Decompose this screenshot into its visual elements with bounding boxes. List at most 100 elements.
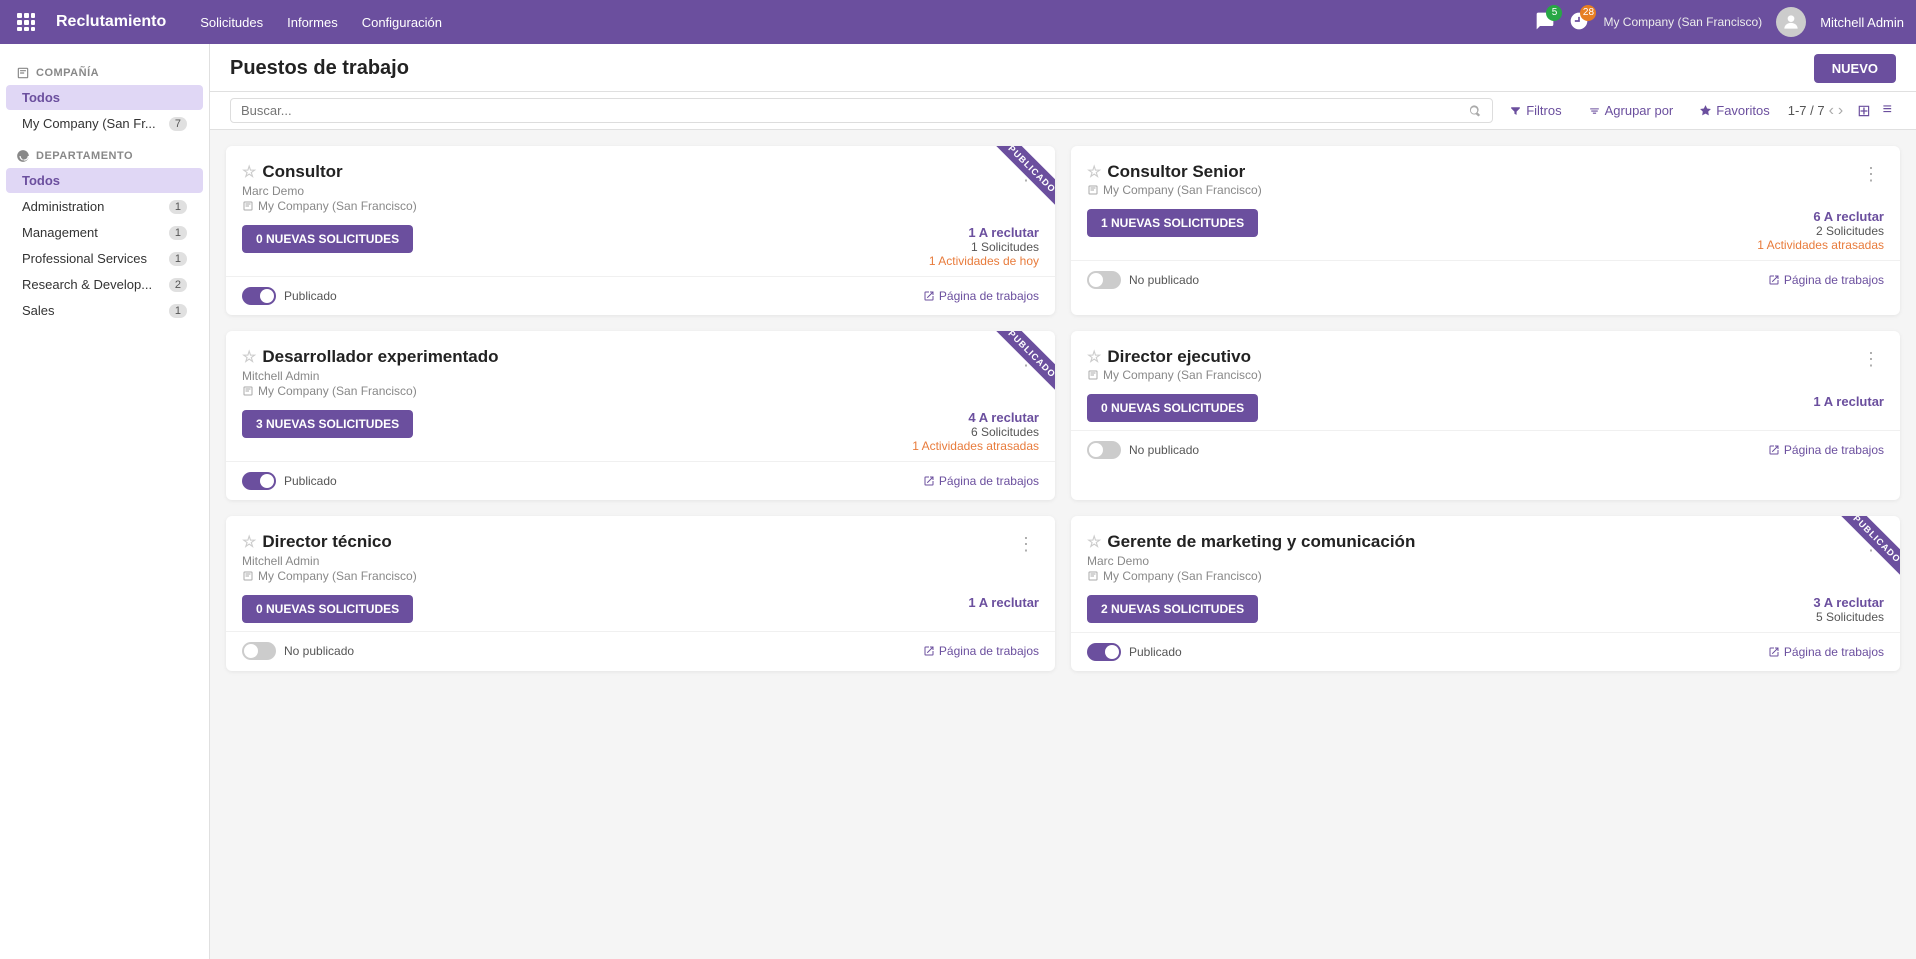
- pagination: 1-7 / 7 ‹ ›: [1788, 102, 1844, 120]
- card-inner: ☆ Director técnico Mitchell Admin My Com…: [226, 516, 1055, 631]
- card-title: ☆ Consultor: [242, 162, 417, 182]
- toolbar-actions: Filtros Agrupar por Favoritos 1-7 / 7 ‹ …: [1501, 99, 1896, 123]
- card-title: ☆ Director técnico: [242, 532, 417, 552]
- sidebar-compania-mycompany[interactable]: My Company (San Fr... 7: [6, 111, 203, 136]
- kebab-menu[interactable]: ⋮: [1013, 347, 1039, 372]
- card-header: ☆ Director ejecutivo My Company (San Fra…: [1087, 347, 1884, 382]
- sidebar-dept-professional-services[interactable]: Professional Services 1: [6, 246, 203, 271]
- card-person: Mitchell Admin: [242, 554, 417, 568]
- sidebar-dept-professional-services-count: 1: [169, 252, 187, 266]
- sidebar-dept-research[interactable]: Research & Develop... 2: [6, 272, 203, 297]
- job-title: Director técnico: [262, 532, 391, 552]
- star-favorite-icon[interactable]: ☆: [1087, 532, 1101, 552]
- menu-informes[interactable]: Informes: [277, 11, 348, 34]
- toggle-label: No publicado: [1129, 443, 1199, 457]
- chat-icon-badge[interactable]: 5: [1535, 11, 1555, 34]
- card-person: Marc Demo: [1087, 554, 1415, 568]
- card-stats: 4 A reclutar 6 Solicitudes 1 Actividades…: [912, 410, 1039, 453]
- solicitudes-button[interactable]: 0 NUEVAS SOLICITUDES: [1087, 394, 1258, 422]
- toggle-wrap: Publicado: [242, 472, 337, 490]
- agrupar-button[interactable]: Agrupar por: [1580, 99, 1682, 122]
- job-page-link[interactable]: Página de trabajos: [1768, 443, 1884, 457]
- published-toggle[interactable]: [1087, 643, 1121, 661]
- toggle-knob: [244, 644, 258, 658]
- filtros-button[interactable]: Filtros: [1501, 99, 1569, 122]
- published-toggle[interactable]: [242, 287, 276, 305]
- sidebar-dept-management[interactable]: Management 1: [6, 220, 203, 245]
- kanban-view-button[interactable]: ⊞: [1853, 99, 1874, 123]
- sidebar-compania-todos[interactable]: Todos: [6, 85, 203, 110]
- job-page-link[interactable]: Página de trabajos: [923, 644, 1039, 658]
- nuevo-button[interactable]: NUEVO: [1814, 54, 1896, 83]
- star-favorite-icon[interactable]: ☆: [242, 162, 256, 182]
- card-inner: ☆ Consultor Senior My Company (San Franc…: [1071, 146, 1900, 260]
- stat-reclutar: 1 A reclutar: [929, 225, 1039, 240]
- sidebar-dept-sales[interactable]: Sales 1: [6, 298, 203, 323]
- card-person: Mitchell Admin: [242, 369, 499, 383]
- pag-next[interactable]: ›: [1838, 102, 1843, 120]
- card-body: 2 NUEVAS SOLICITUDES 3 A reclutar 5 Soli…: [1087, 583, 1884, 632]
- building-icon: [242, 385, 254, 397]
- star-favorite-icon[interactable]: ☆: [1087, 347, 1101, 367]
- card-body: 0 NUEVAS SOLICITUDES 1 A reclutar: [1087, 382, 1884, 430]
- stat-reclutar: 3 A reclutar: [1813, 595, 1884, 610]
- group-icon: [1588, 104, 1601, 117]
- published-toggle[interactable]: [242, 472, 276, 490]
- toggle-knob: [1105, 645, 1119, 659]
- solicitudes-button[interactable]: 3 NUEVAS SOLICITUDES: [242, 410, 413, 438]
- building-icon: [242, 200, 254, 212]
- stat-delayed: 1 Actividades atrasadas: [1757, 238, 1884, 252]
- job-page-link[interactable]: Página de trabajos: [1768, 273, 1884, 287]
- job-page-link[interactable]: Página de trabajos: [923, 474, 1039, 488]
- job-card: PUBLICADO ☆ Gerente de marketing y comun…: [1071, 516, 1900, 671]
- job-page-link[interactable]: Página de trabajos: [923, 289, 1039, 303]
- card-footer: Publicado Página de trabajos: [1071, 632, 1900, 671]
- published-toggle[interactable]: [1087, 271, 1121, 289]
- chat-badge: 5: [1546, 5, 1562, 21]
- pag-prev[interactable]: ‹: [1829, 102, 1834, 120]
- sidebar-dept-todos[interactable]: Todos: [6, 168, 203, 193]
- sidebar-dept-administration-count: 1: [169, 200, 187, 214]
- job-title: Director ejecutivo: [1107, 347, 1251, 367]
- kebab-menu[interactable]: ⋮: [1858, 532, 1884, 557]
- solicitudes-button[interactable]: 0 NUEVAS SOLICITUDES: [242, 595, 413, 623]
- building-icon: [1087, 570, 1099, 582]
- view-toggles: ⊞ ≡: [1853, 99, 1896, 123]
- kebab-menu[interactable]: ⋮: [1858, 347, 1884, 372]
- clock-icon-badge[interactable]: 28: [1569, 11, 1589, 34]
- company-name: My Company (San Francisco): [1603, 15, 1762, 29]
- star-favorite-icon[interactable]: ☆: [242, 532, 256, 552]
- user-avatar[interactable]: [1776, 7, 1806, 37]
- published-toggle[interactable]: [242, 642, 276, 660]
- search-input[interactable]: [241, 103, 1468, 118]
- apps-grid-icon[interactable]: [12, 8, 40, 36]
- toggle-wrap: No publicado: [1087, 271, 1199, 289]
- job-title: Consultor Senior: [1107, 162, 1245, 182]
- star-icon: [1699, 104, 1712, 117]
- solicitudes-button[interactable]: 1 NUEVAS SOLICITUDES: [1087, 209, 1258, 237]
- cards-area: PUBLICADO ☆ Consultor Marc Demo My Compa…: [210, 130, 1916, 959]
- menu-configuracion[interactable]: Configuración: [352, 11, 452, 34]
- favoritos-button[interactable]: Favoritos: [1691, 99, 1777, 122]
- external-link-icon: [923, 290, 935, 302]
- sidebar-dept-administration[interactable]: Administration 1: [6, 194, 203, 219]
- topnav-right: 5 28 My Company (San Francisco) Mitchell…: [1535, 7, 1904, 37]
- star-favorite-icon[interactable]: ☆: [242, 347, 256, 367]
- external-link-icon: [1768, 274, 1780, 286]
- search-bar[interactable]: [230, 98, 1493, 123]
- list-view-button[interactable]: ≡: [1879, 99, 1896, 123]
- solicitudes-button[interactable]: 2 NUEVAS SOLICITUDES: [1087, 595, 1258, 623]
- card-stats: 1 A reclutar: [968, 595, 1039, 610]
- kebab-menu[interactable]: ⋮: [1013, 532, 1039, 557]
- menu-solicitudes[interactable]: Solicitudes: [190, 11, 273, 34]
- job-card: ☆ Director ejecutivo My Company (San Fra…: [1071, 331, 1900, 500]
- kebab-menu[interactable]: ⋮: [1858, 162, 1884, 187]
- topnav-menu: Solicitudes Informes Configuración: [190, 11, 452, 34]
- card-body: 0 NUEVAS SOLICITUDES 1 A reclutar: [242, 583, 1039, 631]
- card-header: ☆ Desarrollador experimentado Mitchell A…: [242, 347, 1039, 398]
- published-toggle[interactable]: [1087, 441, 1121, 459]
- star-favorite-icon[interactable]: ☆: [1087, 162, 1101, 182]
- kebab-menu[interactable]: ⋮: [1013, 162, 1039, 187]
- job-page-link[interactable]: Página de trabajos: [1768, 645, 1884, 659]
- solicitudes-button[interactable]: 0 NUEVAS SOLICITUDES: [242, 225, 413, 253]
